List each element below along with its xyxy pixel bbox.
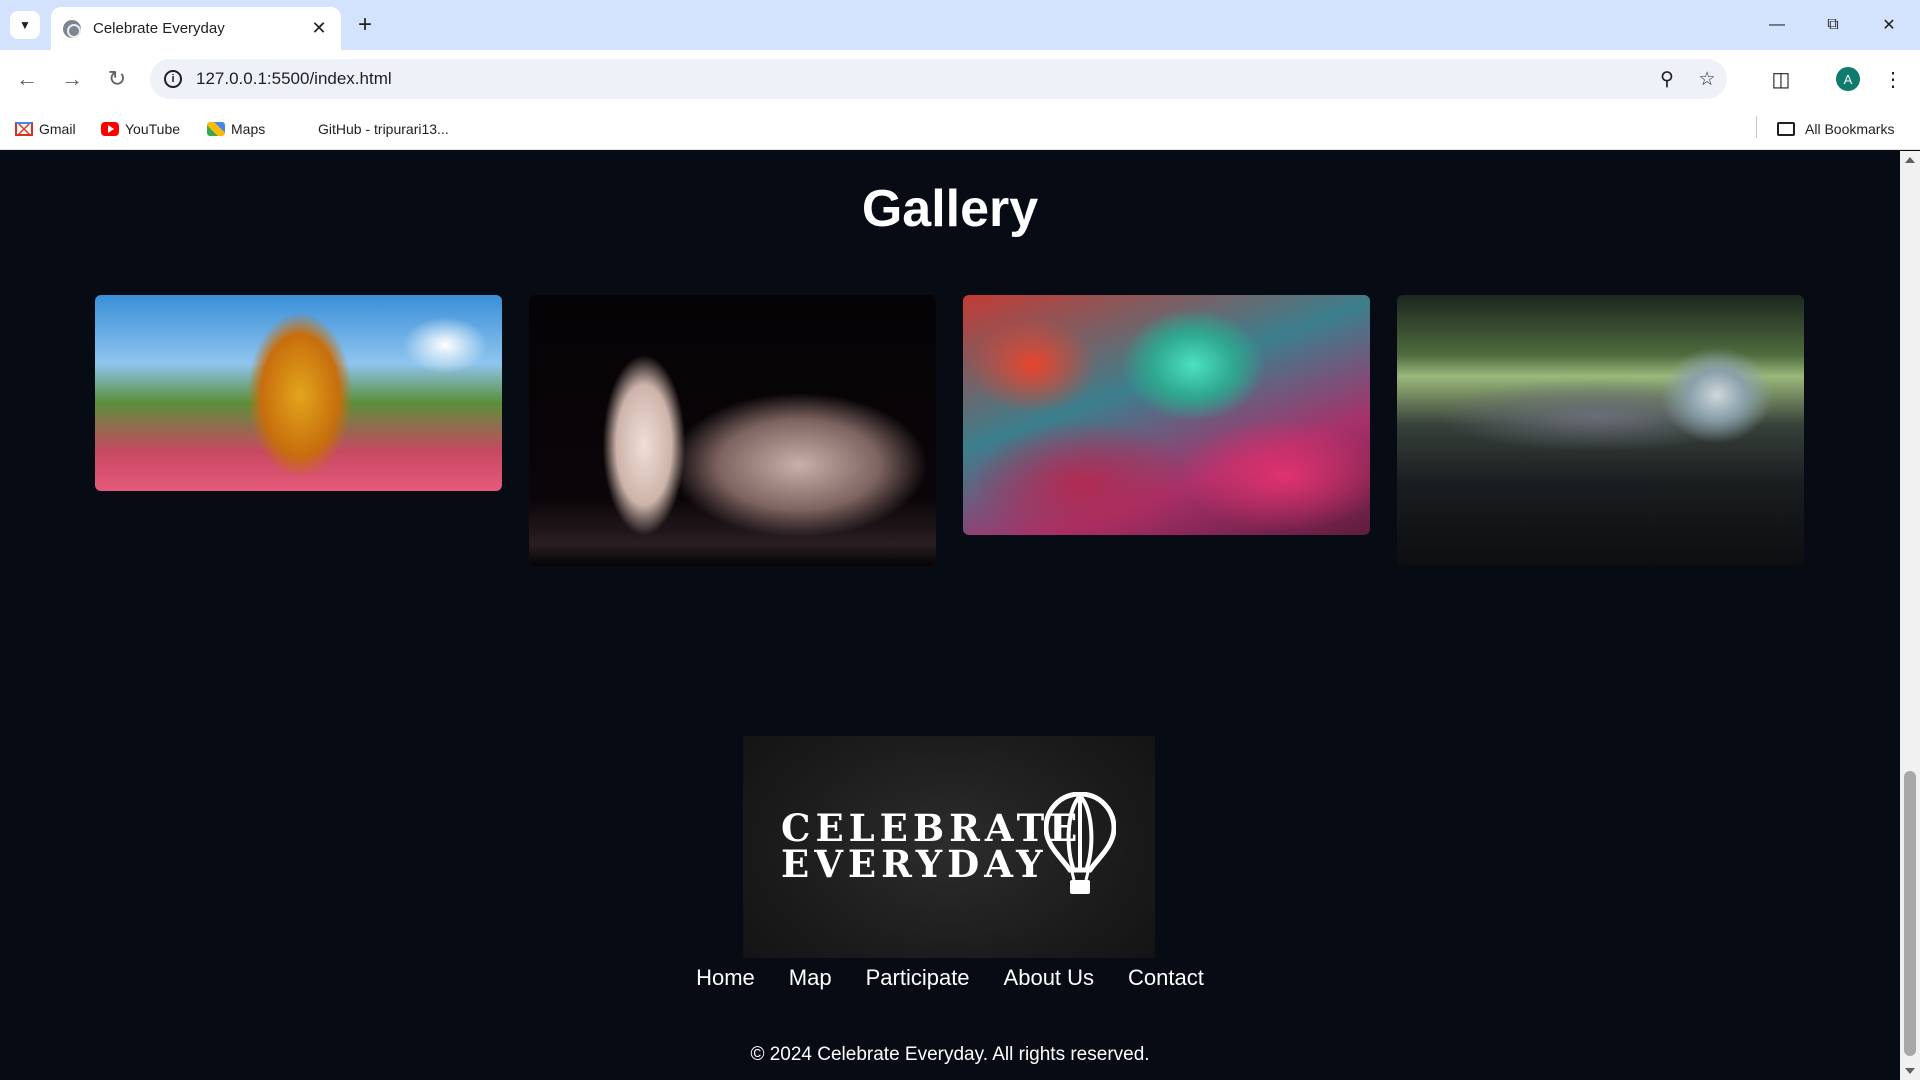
- footer-nav: Home Map Participate About Us Contact: [0, 965, 1900, 991]
- address-bar[interactable]: i 127.0.0.1:5500/index.html ⚲ ☆: [150, 59, 1727, 99]
- gallery-image-ballet-dancers[interactable]: [529, 295, 936, 566]
- forward-button[interactable]: →: [57, 64, 87, 94]
- folder-icon: [1777, 122, 1795, 136]
- bookmark-label: YouTube: [125, 121, 181, 137]
- logo-text: CELEBRATE EVERYDAY: [781, 806, 1083, 886]
- footer-link-map[interactable]: Map: [789, 965, 832, 991]
- zoom-icon[interactable]: ⚲: [1647, 68, 1687, 91]
- bookmark-label: Gmail: [39, 121, 76, 137]
- minimize-button[interactable]: —: [1754, 10, 1800, 40]
- scrollbar-thumb[interactable]: [1904, 771, 1916, 1056]
- globe-icon: [63, 19, 81, 38]
- bookmark-star-icon[interactable]: ☆: [1687, 68, 1727, 91]
- gallery-image-music-festival[interactable]: [1397, 295, 1804, 566]
- maps-icon: [207, 122, 225, 136]
- logo-line-1: CELEBRATE: [781, 806, 1083, 850]
- active-tab[interactable]: Celebrate Everyday ✕: [51, 7, 341, 50]
- tab-search-button[interactable]: ▼: [10, 11, 40, 39]
- bookmarks-bar: Gmail YouTube Maps GitHub - tripurari13.…: [0, 108, 1920, 150]
- scroll-down-arrow-icon[interactable]: [1905, 1068, 1915, 1074]
- all-bookmarks-label: All Bookmarks: [1805, 121, 1895, 137]
- extensions-icon[interactable]: ◫: [1766, 64, 1796, 94]
- gallery-heading: Gallery: [861, 180, 1039, 238]
- footer-link-about-us[interactable]: About Us: [1004, 965, 1095, 991]
- back-button[interactable]: ←: [12, 64, 42, 94]
- tab-title: Celebrate Everyday: [93, 20, 225, 37]
- restore-button[interactable]: ⧉: [1810, 10, 1856, 40]
- site-info-icon[interactable]: i: [164, 70, 182, 88]
- footer-link-participate[interactable]: Participate: [866, 965, 970, 991]
- copyright-text: © 2024 Celebrate Everyday. All rights re…: [750, 1044, 1150, 1065]
- scroll-up-arrow-icon[interactable]: [1905, 157, 1915, 163]
- youtube-icon: [101, 122, 119, 136]
- footer-link-contact[interactable]: Contact: [1128, 965, 1204, 991]
- bookmark-label: Maps: [231, 121, 266, 137]
- url-text[interactable]: 127.0.0.1:5500/index.html: [196, 69, 1647, 89]
- footer-logo: CELEBRATE EVERYDAY: [743, 736, 1155, 958]
- menu-kebab-icon[interactable]: ⋮: [1878, 64, 1908, 94]
- close-tab-icon[interactable]: ✕: [309, 18, 329, 39]
- gallery-image-holi-colors[interactable]: [963, 295, 1370, 535]
- gallery-image-kathakali-festival[interactable]: [95, 295, 502, 491]
- chevron-down-icon: ▼: [19, 18, 31, 32]
- footer-link-home[interactable]: Home: [696, 965, 755, 991]
- page-viewport: Gallery CELEBRATE EVERYDAY Home Map Part…: [0, 151, 1900, 1080]
- bookmark-github[interactable]: GitHub - tripurari13...: [318, 117, 449, 141]
- hot-air-balloon-icon: [1044, 792, 1116, 894]
- reload-button[interactable]: ↻: [102, 64, 132, 94]
- bookmark-label: GitHub - tripurari13...: [318, 121, 449, 137]
- close-window-button[interactable]: ✕: [1866, 10, 1912, 40]
- bookmark-youtube[interactable]: YouTube: [101, 117, 180, 141]
- browser-tab-strip: ▼ Celebrate Everyday ✕ + — ⧉ ✕: [0, 0, 1920, 50]
- page-scrollbar[interactable]: [1900, 151, 1920, 1080]
- bookmark-gmail[interactable]: Gmail: [15, 117, 76, 141]
- profile-avatar[interactable]: A: [1836, 67, 1860, 91]
- all-bookmarks-button[interactable]: All Bookmarks: [1777, 117, 1894, 141]
- new-tab-button[interactable]: +: [352, 12, 378, 38]
- bookmark-maps[interactable]: Maps: [207, 117, 265, 141]
- logo-line-2: EVERYDAY: [781, 842, 1048, 886]
- bookmarks-divider: [1756, 116, 1757, 138]
- browser-toolbar: ← → ↻ i 127.0.0.1:5500/index.html ⚲ ☆ ◫ …: [0, 50, 1920, 108]
- gmail-icon: [15, 122, 33, 136]
